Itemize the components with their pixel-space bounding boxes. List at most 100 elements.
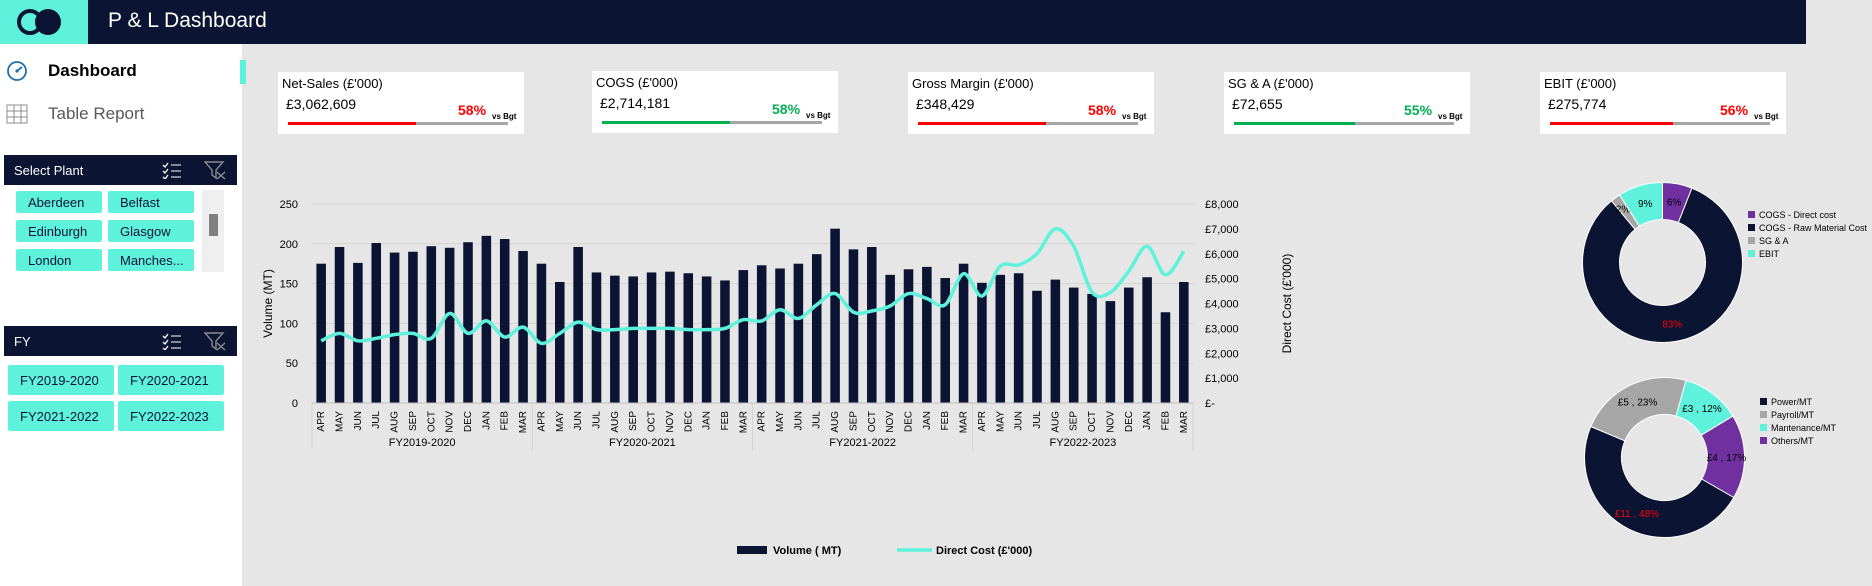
y-left-tick-label: 250 <box>280 199 298 211</box>
kpi-progress-track <box>1550 122 1770 125</box>
volume-bar <box>885 274 895 403</box>
clear-filter-icon[interactable] <box>204 160 226 180</box>
volume-bar <box>958 263 969 403</box>
x-month-label: AUG <box>610 411 621 433</box>
legend-label: SG & A <box>1759 235 1789 246</box>
kpi-value: £3,062,609 <box>286 96 357 112</box>
y-right-tick-label: £4,000 <box>1205 299 1239 311</box>
volume-bar <box>665 271 675 403</box>
volume-bar <box>1123 287 1134 403</box>
legend-label: Others/MT <box>1771 435 1814 446</box>
kpi-title: COGS (£'000) <box>596 75 678 90</box>
kpi-progress-track <box>918 122 1138 125</box>
plant-chip[interactable]: Manches... <box>108 249 194 271</box>
volume-bar <box>426 246 437 403</box>
legend-swatch <box>1748 211 1755 218</box>
x-month-label: FEB <box>720 411 731 431</box>
x-month-label: APR <box>977 411 988 432</box>
x-month-label: JAN <box>1142 411 1153 430</box>
plant-chip[interactable]: Belfast <box>108 191 194 213</box>
x-month-label: NOV <box>1105 411 1116 433</box>
volume-bar <box>738 270 749 403</box>
donut-slice <box>1590 377 1687 442</box>
x-month-label: JUN <box>1014 411 1025 430</box>
legend-item: SG & A <box>1748 234 1867 247</box>
kpi-value: £2,714,181 <box>600 95 671 111</box>
legend-label: Mantenance/MT <box>1771 422 1837 433</box>
legend-swatch <box>1760 411 1767 418</box>
x-month-label: JUN <box>573 411 584 430</box>
volume-bar <box>334 246 345 403</box>
donut-slice-label: 83% <box>1662 320 1682 331</box>
y-left-axis-title: Volume (MT) <box>261 269 275 338</box>
x-month-label: OCT <box>647 411 658 432</box>
volume-bar <box>1179 282 1189 403</box>
x-month-label: MAR <box>959 411 970 433</box>
plant-chip[interactable]: London <box>16 249 102 271</box>
x-month-label: SEP <box>848 411 859 431</box>
volume-bar <box>408 251 418 403</box>
x-month-label: MAY <box>775 411 786 432</box>
legend-label: Payroll/MT <box>1771 409 1815 420</box>
kpi-vs-label: vs Bgt <box>1754 112 1779 121</box>
legend-label: COGS - Direct cost <box>1759 209 1837 220</box>
plant-slicer-title: Select Plant <box>14 163 84 178</box>
fy-chip[interactable]: FY2019-2020 <box>8 365 114 395</box>
fy-chip[interactable]: FY2022-2023 <box>118 401 224 431</box>
volume-bar <box>1032 290 1042 403</box>
y-right-axis-title: Direct Cost (£'000) <box>1280 254 1294 354</box>
volume-bar <box>995 274 1006 403</box>
x-month-label: JUL <box>371 411 382 429</box>
kpi-vs-label: vs Bgt <box>492 112 517 121</box>
fy-chip[interactable]: FY2021-2022 <box>8 401 114 431</box>
nav-item-table-report[interactable]: Table Report <box>0 100 238 130</box>
x-month-label: OCT <box>867 411 878 432</box>
logo-icon <box>17 9 61 35</box>
top-bar <box>0 0 1806 44</box>
x-month-label: JAN <box>922 411 933 430</box>
kpi-title: Net-Sales (£'000) <box>282 76 383 91</box>
volume-bar <box>1050 279 1061 403</box>
legend-item: Payroll/MT <box>1760 408 1836 421</box>
volume-bar <box>389 252 400 403</box>
multi-select-icon[interactable] <box>162 161 182 179</box>
clear-filter-icon[interactable] <box>204 331 226 351</box>
volume-bar <box>1160 312 1171 403</box>
kpi-title: Gross Margin (£'000) <box>912 76 1034 91</box>
legend-item: Others/MT <box>1760 434 1836 447</box>
y-right-tick-label: £7,000 <box>1205 224 1239 236</box>
nav-item-dashboard[interactable]: Dashboard <box>0 57 238 87</box>
volume-bar <box>756 265 767 403</box>
kpi-progress-fill <box>602 121 730 124</box>
kpi-pct: 58% <box>458 102 487 118</box>
x-month-label: DEC <box>683 411 694 432</box>
scrollbar-thumb[interactable] <box>209 214 218 236</box>
x-month-label: OCT <box>1087 411 1098 432</box>
kpi-progress-fill <box>288 122 416 125</box>
plant-chip[interactable]: Edinburgh <box>16 220 102 242</box>
y-right-tick-label: £5,000 <box>1205 274 1239 286</box>
cost-split-legend: COGS - Direct cost COGS - Raw Material Co… <box>1748 208 1867 260</box>
y-right-tick-label: £3,000 <box>1205 323 1239 335</box>
plant-slicer-header: Select Plant <box>4 155 237 185</box>
y-right-tick-label: £- <box>1205 398 1215 410</box>
x-month-label: JAN <box>702 411 713 430</box>
plant-slicer-scrollbar[interactable] <box>202 190 224 272</box>
app-logo <box>0 0 88 44</box>
volume-bar <box>720 280 730 403</box>
kpi-pct: 58% <box>772 101 801 117</box>
legend-label: Power/MT <box>1771 396 1813 407</box>
volume-bar <box>1142 277 1152 403</box>
legend-item: Power/MT <box>1760 395 1836 408</box>
legend-swatch <box>1760 424 1767 431</box>
plant-chip[interactable]: Aberdeen <box>16 191 102 213</box>
volume-bar <box>646 272 657 403</box>
x-month-label: APR <box>316 411 327 432</box>
multi-select-icon[interactable] <box>162 332 182 350</box>
fy-chip[interactable]: FY2020-2021 <box>118 365 224 395</box>
plant-chip[interactable]: Glasgow <box>108 220 194 242</box>
kpi-card-net-sales: Net-Sales (£'000) £3,062,609 58% vs Bgt <box>278 72 524 134</box>
x-month-label: NOV <box>885 411 896 433</box>
x-group-label: FY2021-2022 <box>829 437 896 449</box>
donut-slice-label: £11 , 48% <box>1615 509 1659 520</box>
